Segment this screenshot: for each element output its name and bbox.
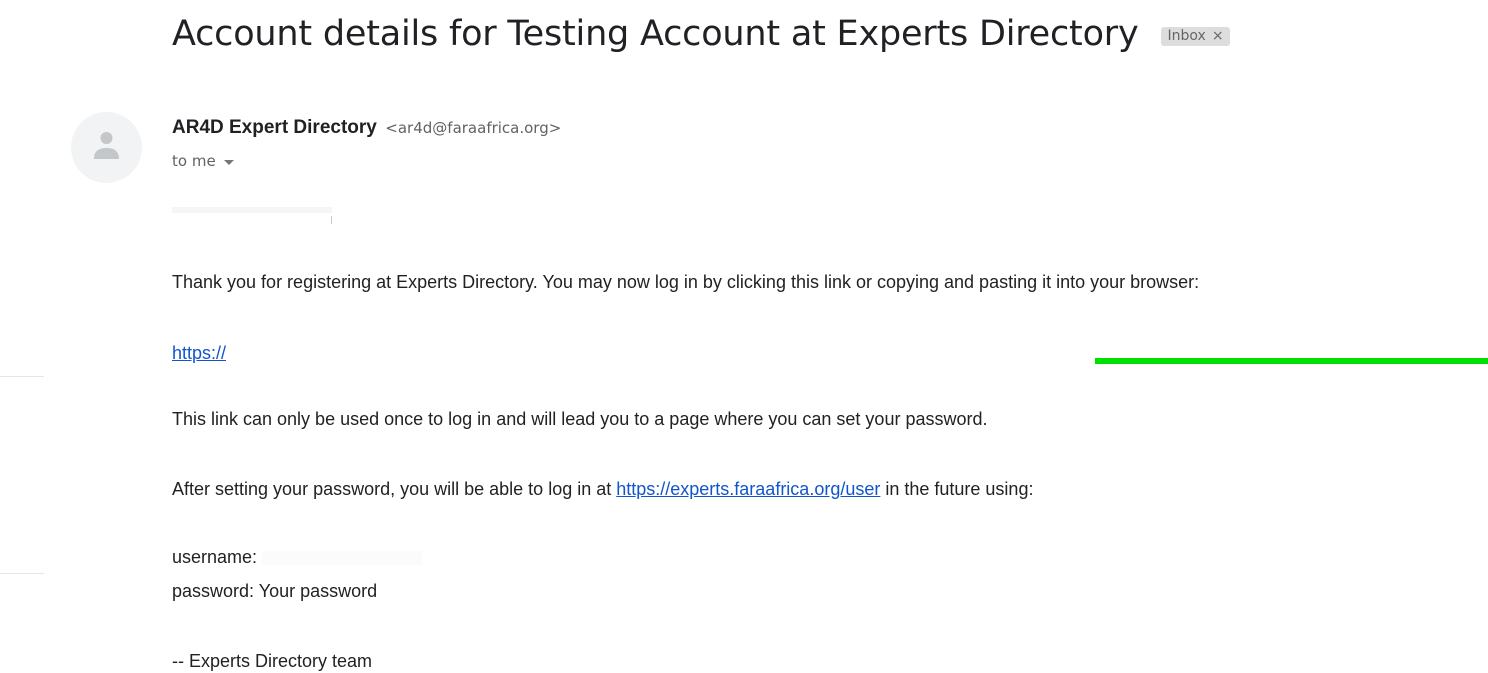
after-prefix: After setting your password, you will be… [172, 479, 617, 499]
body-after-line: After setting your password, you will be… [172, 479, 1033, 500]
highlight-bar [1095, 358, 1488, 364]
email-subject: Account details for Testing Account at E… [172, 14, 1139, 54]
sender-email: <ar4d@faraafrica.org> [385, 119, 562, 137]
sender-line: AR4D Expert Directory <ar4d@faraafrica.o… [172, 117, 561, 139]
recipient-text: to me [172, 152, 216, 170]
login-link-line: https:// [172, 343, 226, 364]
person-icon [94, 132, 119, 159]
close-icon[interactable]: × [1212, 28, 1224, 44]
username-label: username: [172, 547, 258, 567]
redacted-username [262, 551, 423, 566]
divider [0, 573, 44, 574]
caret-down-icon[interactable] [223, 159, 234, 165]
user-login-link[interactable]: https://experts.faraafrica.org/user [616, 479, 880, 499]
password-line: password: Your password [172, 581, 378, 601]
login-link[interactable]: https:// [172, 343, 226, 363]
inbox-label[interactable]: Inbox × [1160, 26, 1230, 46]
divider [0, 376, 44, 377]
inbox-label-text: Inbox [1167, 27, 1206, 44]
body-once-note: This link can only be used once to log i… [172, 409, 988, 429]
subject-row: Account details for Testing Account at E… [172, 14, 1230, 54]
recipient-details-toggle[interactable]: to me [172, 152, 234, 170]
sender-name[interactable]: AR4D Expert Directory [172, 117, 377, 138]
avatar[interactable] [71, 112, 142, 183]
redacted-greeting [172, 207, 332, 213]
signature: -- Experts Directory team [172, 651, 373, 671]
username-line: username: [172, 547, 423, 568]
after-suffix: in the future using: [880, 479, 1034, 499]
redacted-greeting-mark [331, 216, 332, 224]
body-intro: Thank you for registering at Experts Dir… [172, 272, 1200, 292]
